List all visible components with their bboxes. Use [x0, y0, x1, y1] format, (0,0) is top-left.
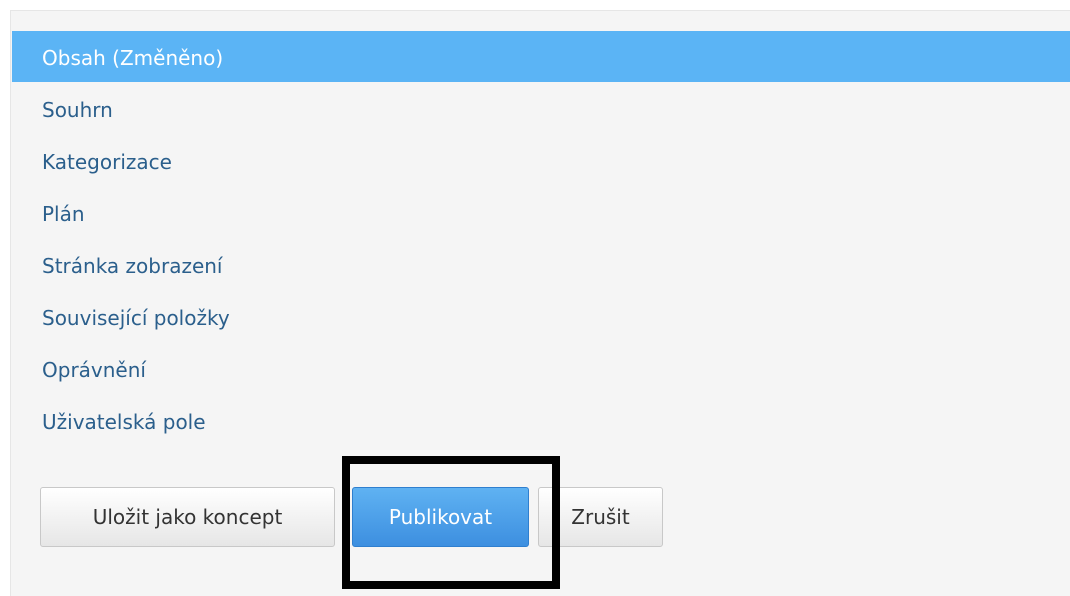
tab-content[interactable]: Obsah (Změněno) [12, 31, 1070, 82]
tab-display-page[interactable]: Stránka zobrazení [12, 238, 1070, 290]
tab-related-items[interactable]: Související položky [12, 290, 1070, 342]
cancel-button[interactable]: Zrušit [538, 487, 663, 547]
tab-list: Obsah (Změněno) Souhrn Kategorizace Plán… [12, 31, 1070, 446]
tab-summary[interactable]: Souhrn [12, 82, 1070, 134]
save-draft-button[interactable]: Uložit jako koncept [40, 487, 335, 547]
tab-schedule[interactable]: Plán [12, 186, 1070, 238]
tab-permissions[interactable]: Oprávnění [12, 342, 1070, 394]
tab-categorization[interactable]: Kategorizace [12, 134, 1070, 186]
publish-button[interactable]: Publikovat [352, 487, 529, 547]
tab-custom-fields[interactable]: Uživatelská pole [12, 394, 1070, 446]
